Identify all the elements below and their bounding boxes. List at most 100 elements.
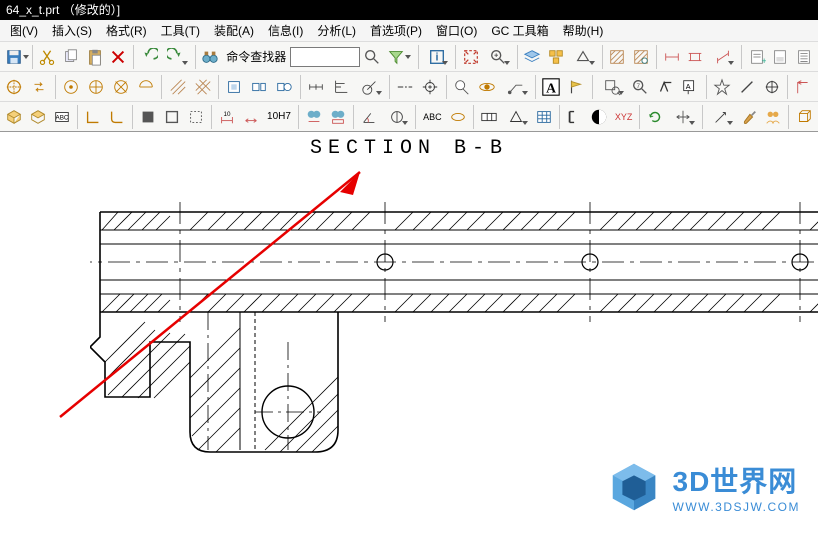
- people-icon[interactable]: [762, 105, 784, 129]
- filter-button[interactable]: [385, 45, 407, 69]
- menu-gc-toolbox[interactable]: GC 工具箱: [485, 22, 554, 39]
- menu-insert[interactable]: 插入(S): [46, 22, 98, 39]
- angle-dim-icon[interactable]: [358, 105, 380, 129]
- layers-button[interactable]: [522, 45, 544, 69]
- menu-information[interactable]: 信息(I): [262, 22, 309, 39]
- command-finder-search[interactable]: [361, 45, 383, 69]
- view-base-icon[interactable]: [223, 75, 246, 99]
- expand-icon[interactable]: [668, 105, 697, 129]
- dim-a-icon[interactable]: 10: [216, 105, 238, 129]
- section-line-icon[interactable]: [564, 105, 586, 129]
- svg-text:i: i: [435, 51, 438, 63]
- hatch-cross-icon[interactable]: [191, 75, 214, 99]
- centerline-auto-icon[interactable]: [419, 75, 442, 99]
- find-dim2-icon[interactable]: [327, 105, 349, 129]
- swap-icon[interactable]: [28, 75, 51, 99]
- view-style-button[interactable]: [569, 45, 598, 69]
- iso-cube-icon[interactable]: [3, 105, 25, 129]
- magnify-view-icon[interactable]: [597, 75, 627, 99]
- toolbar-1: 命令查找器 i +: [0, 42, 818, 72]
- find-dim-icon[interactable]: [303, 105, 325, 129]
- dim-more-icon[interactable]: [708, 45, 737, 69]
- watermark-title: 3D世界网: [673, 460, 801, 500]
- fit-view-button[interactable]: [460, 45, 482, 69]
- text-A-button[interactable]: A: [540, 75, 563, 99]
- smart-dim-icon[interactable]: [792, 75, 815, 99]
- flag-icon[interactable]: [565, 75, 588, 99]
- brush-icon[interactable]: [738, 105, 760, 129]
- target-3-icon[interactable]: [110, 75, 133, 99]
- dim-parallel-icon[interactable]: [685, 45, 707, 69]
- tri-icon[interactable]: [502, 105, 531, 129]
- menu-assemblies[interactable]: 装配(A): [208, 22, 260, 39]
- menu-help[interactable]: 帮助(H): [557, 22, 610, 39]
- menu-tools[interactable]: 工具(T): [155, 22, 206, 39]
- gd-t-icon[interactable]: [478, 105, 500, 129]
- hatch-1-icon[interactable]: [607, 45, 629, 69]
- sheet-props-button[interactable]: [770, 45, 792, 69]
- menu-view[interactable]: 图(V): [4, 22, 44, 39]
- corner-icon[interactable]: [82, 105, 104, 129]
- half-circle-icon[interactable]: [134, 75, 157, 99]
- annotation-box-icon[interactable]: ABC: [51, 105, 73, 129]
- ellipse-icon[interactable]: [447, 105, 469, 129]
- toolbar-3: ABC 10 10H7 ABC XYZ: [0, 102, 818, 132]
- copy-button[interactable]: [60, 45, 82, 69]
- view-detail-icon[interactable]: [273, 75, 296, 99]
- centermark-icon[interactable]: [760, 75, 783, 99]
- dim-horizontal-icon[interactable]: [661, 45, 683, 69]
- redo-button[interactable]: [162, 45, 191, 69]
- save-button[interactable]: [3, 45, 25, 69]
- orbit-icon[interactable]: [475, 75, 498, 99]
- assembly-nav-button[interactable]: [545, 45, 567, 69]
- zoom-button[interactable]: [484, 45, 513, 69]
- centerline-h-icon[interactable]: [394, 75, 417, 99]
- view-info-button[interactable]: i: [422, 45, 451, 69]
- cut-button[interactable]: [37, 45, 59, 69]
- hole-callout-icon[interactable]: [382, 105, 411, 129]
- menu-analysis[interactable]: 分析(L): [311, 22, 362, 39]
- paste-button[interactable]: [84, 45, 106, 69]
- halftone-icon[interactable]: [588, 105, 610, 129]
- line-diag-icon[interactable]: [736, 75, 759, 99]
- magnify-part-icon[interactable]: 7: [629, 75, 652, 99]
- dim-radial-icon[interactable]: [354, 75, 384, 99]
- sheet-add-button[interactable]: +: [746, 45, 768, 69]
- dim-ordinate-icon[interactable]: [330, 75, 353, 99]
- xyz-label: XYZ: [611, 112, 637, 122]
- hatch-line-icon[interactable]: [166, 75, 189, 99]
- table-icon[interactable]: [533, 105, 555, 129]
- title-text: 64_x_t.prt （修改的）]: [6, 3, 120, 17]
- dim-chain-icon[interactable]: [305, 75, 328, 99]
- box-solid-icon[interactable]: [137, 105, 159, 129]
- leader-icon[interactable]: [500, 75, 530, 99]
- undo-button[interactable]: [138, 45, 160, 69]
- titlebar: 64_x_t.prt （修改的）]: [0, 0, 818, 20]
- watermark-url: WWW.3DSJW.COM: [673, 500, 801, 514]
- delete-button[interactable]: [108, 45, 130, 69]
- circle-centerline-icon[interactable]: [3, 75, 26, 99]
- datum-target-icon[interactable]: A: [679, 75, 702, 99]
- box-dashed-icon[interactable]: [185, 105, 207, 129]
- target-1-icon[interactable]: [60, 75, 83, 99]
- dim-b-icon[interactable]: [240, 105, 262, 129]
- sheet-list-button[interactable]: [793, 45, 815, 69]
- refresh-icon[interactable]: [644, 105, 666, 129]
- menu-format[interactable]: 格式(R): [100, 22, 153, 39]
- view-proj-icon[interactable]: [248, 75, 271, 99]
- menu-window[interactable]: 窗口(O): [430, 22, 483, 39]
- menu-preferences[interactable]: 首选项(P): [364, 22, 428, 39]
- surface-finish-icon[interactable]: [654, 75, 677, 99]
- target-2-icon[interactable]: [85, 75, 108, 99]
- arrow-icon[interactable]: [707, 105, 736, 129]
- command-finder-input[interactable]: [290, 47, 360, 67]
- cube-wire-icon[interactable]: [793, 105, 815, 129]
- arc-corner-icon[interactable]: [106, 105, 128, 129]
- hatch-2-icon[interactable]: [630, 45, 652, 69]
- canvas[interactable]: SECTION B-B: [0, 132, 818, 534]
- box-outline-icon[interactable]: [161, 105, 183, 129]
- star-icon[interactable]: [711, 75, 734, 99]
- balloon-icon[interactable]: [451, 75, 474, 99]
- binoculars-icon[interactable]: [200, 45, 222, 69]
- iso-cube2-icon[interactable]: [27, 105, 49, 129]
